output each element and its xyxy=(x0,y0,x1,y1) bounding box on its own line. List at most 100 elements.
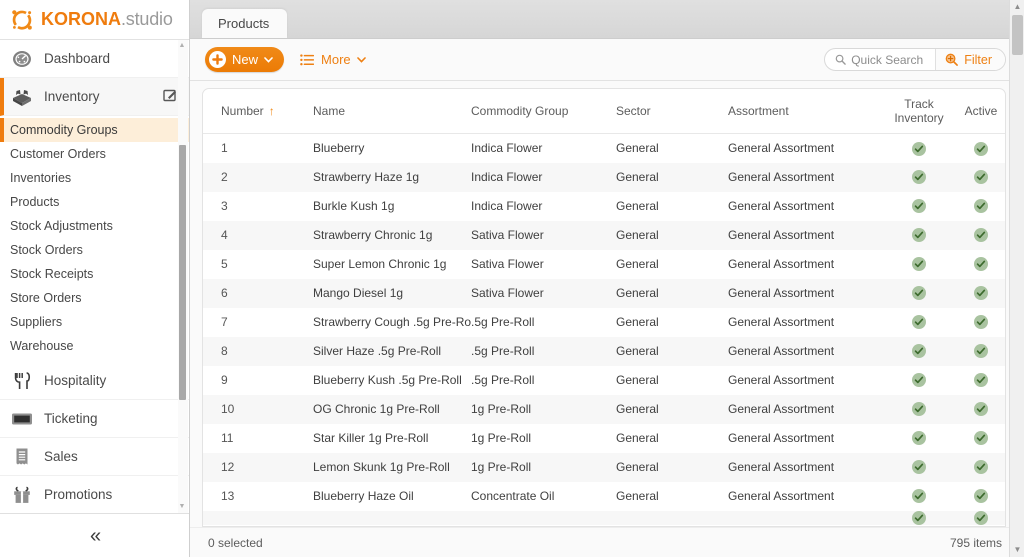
cell-commodity-group: 1g Pre-Roll xyxy=(471,431,532,445)
sidebar-subitem-label: Products xyxy=(10,195,60,209)
column-header-number[interactable]: Number ↑ xyxy=(203,89,313,134)
sidebar-item-customer-orders[interactable]: Customer Orders xyxy=(0,142,189,166)
table-row[interactable]: 6 Mango Diesel 1g Sativa Flower General Gene… xyxy=(203,278,1005,308)
filter-button[interactable]: Filter xyxy=(936,49,1005,70)
search-icon xyxy=(835,54,846,65)
sidebar-item-store-orders[interactable]: Store Orders xyxy=(0,286,189,310)
cell-assortment: General Assortment xyxy=(728,431,835,445)
sidebar-item-dashboard[interactable]: Dashboard xyxy=(0,40,189,78)
sidebar-scroll-down-arrow[interactable]: ▼ xyxy=(178,502,186,512)
sidebar-item-label: Dashboard xyxy=(44,51,111,66)
column-header-sector[interactable]: Sector xyxy=(616,89,728,134)
check-circle-icon xyxy=(974,489,988,504)
cell-assortment: General Assortment xyxy=(728,460,835,474)
toolbar-right: Quick Search Filter xyxy=(824,48,1006,71)
new-button[interactable]: New xyxy=(205,47,285,72)
tab-label: Products xyxy=(218,16,270,31)
column-header-label: Commodity Group xyxy=(471,104,569,118)
table-row[interactable]: 8 Silver Haze .5g Pre-Roll .5g Pre-Roll Gen… xyxy=(203,336,1005,366)
receipt-icon xyxy=(10,446,34,468)
sidebar-item-inventories[interactable]: Inventories xyxy=(0,166,189,190)
sidebar-item-label: Promotions xyxy=(44,487,113,502)
column-header-track-inventory[interactable]: Track Inventory xyxy=(888,89,950,134)
table-row[interactable]: 9 Blueberry Kush .5g Pre-Roll .5g Pre-Roll… xyxy=(203,365,1005,395)
sidebar-subitem-label: Customer Orders xyxy=(10,147,106,161)
sidebar-scroll-up-arrow[interactable]: ▲ xyxy=(178,41,186,51)
column-header-assortment[interactable]: Assortment xyxy=(728,89,888,134)
sidebar-item-hospitality[interactable]: Hospitality xyxy=(0,362,189,400)
sidebar-item-stock-adjustments[interactable]: Stock Adjustments xyxy=(0,214,189,238)
ticket-icon xyxy=(10,408,34,430)
sidebar-item-stock-receipts[interactable]: Stock Receipts xyxy=(0,262,189,286)
cell-name: Blueberry xyxy=(313,141,365,156)
column-header-active[interactable]: Active xyxy=(950,89,1005,134)
cell-sector: General xyxy=(616,315,659,329)
table-row[interactable]: 7 Strawberry Cough .5g Pre-Roll .5g Pre-Ro… xyxy=(203,307,1005,337)
check-circle-icon xyxy=(912,141,926,156)
table-row[interactable]: 12 Lemon Skunk 1g Pre-Roll 1g Pre-Roll Gene… xyxy=(203,452,1005,482)
table-row[interactable]: 2 Strawberry Haze 1g Indica Flower General G… xyxy=(203,162,1005,192)
window-scroll-down-arrow[interactable]: ▼ xyxy=(1010,543,1024,557)
cell-name: Strawberry Haze 1g xyxy=(313,170,420,184)
cell-name: Strawberry Chronic 1g xyxy=(313,228,433,242)
collapse-sidebar-button[interactable]: « xyxy=(90,526,101,546)
more-button[interactable]: More xyxy=(300,52,366,67)
cell-track-inventory xyxy=(888,308,950,337)
tab-products[interactable]: Products xyxy=(202,9,288,38)
sidebar-item-commodity-groups[interactable]: Commodity Groups xyxy=(0,118,189,142)
cell-commodity-group: Indica Flower xyxy=(471,199,543,213)
sidebar-subitem-label: Stock Receipts xyxy=(10,267,94,281)
cell-number: 13 xyxy=(221,489,235,503)
sidebar-item-stock-orders[interactable]: Stock Orders xyxy=(0,238,189,262)
plus-icon xyxy=(209,51,226,68)
sidebar-item-label: Hospitality xyxy=(44,373,107,388)
table-row[interactable]: 13 Blueberry Haze Oil Concentrate Oil Gener… xyxy=(203,481,1005,511)
column-header-commodity-group[interactable]: Commodity Group xyxy=(471,89,616,134)
cell-active xyxy=(950,134,1005,163)
table-row[interactable] xyxy=(203,510,1005,526)
cell-number: 11 xyxy=(221,431,234,445)
table-row[interactable]: 1 Blueberry Indica Flower General General As… xyxy=(203,133,1005,163)
sidebar-scrollbar[interactable]: ▲ ▼ xyxy=(178,40,188,513)
cell-active xyxy=(950,482,1005,511)
cell-name: Mango Diesel 1g xyxy=(313,286,404,300)
check-circle-icon xyxy=(974,373,988,388)
cell-assortment: General Assortment xyxy=(728,199,835,213)
table-row[interactable]: 3 Burkle Kush 1g Indica Flower General Gener… xyxy=(203,191,1005,221)
sidebar-item-promotions[interactable]: Promotions xyxy=(0,476,189,513)
cell-track-inventory xyxy=(888,163,950,192)
table-row[interactable]: 11 Star Killer 1g Pre-Roll 1g Pre-Roll Gene… xyxy=(203,423,1005,453)
cell-active xyxy=(950,279,1005,308)
sidebar-item-warehouse[interactable]: Warehouse xyxy=(0,334,189,358)
cell-active xyxy=(950,192,1005,221)
column-header-label-line1: Track xyxy=(904,97,934,111)
search-input[interactable]: Quick Search xyxy=(825,49,937,70)
window-scrollbar[interactable]: ▲ ▼ xyxy=(1009,0,1024,557)
window-scroll-thumb[interactable] xyxy=(1012,15,1023,55)
check-circle-icon xyxy=(974,257,988,272)
sort-ascending-icon: ↑ xyxy=(268,104,275,118)
column-header-name[interactable]: Name xyxy=(313,89,471,134)
table-row[interactable]: 10 OG Chronic 1g Pre-Roll 1g Pre-Roll Gener… xyxy=(203,394,1005,424)
check-circle-icon xyxy=(974,170,988,185)
cell-active xyxy=(950,453,1005,482)
content-pane: New More Quick Search Filter Number ↑ Na… xyxy=(190,39,1024,557)
cell-track-inventory xyxy=(888,279,950,308)
cell-name: Strawberry Cough .5g Pre-Roll xyxy=(313,315,471,329)
sidebar-subitem-label: Inventories xyxy=(10,171,72,185)
sidebar-item-products[interactable]: Products xyxy=(0,190,189,214)
table-head: Number ↑ Name Commodity Group Sector Asso… xyxy=(203,89,1005,134)
sidebar-item-suppliers[interactable]: Suppliers xyxy=(0,310,189,334)
cell-name: Silver Haze .5g Pre-Roll xyxy=(313,344,442,358)
sidebar-scroll-thumb[interactable] xyxy=(179,145,186,400)
sidebar-item-inventory[interactable]: Inventory xyxy=(0,78,189,116)
sidebar-item-sales[interactable]: Sales xyxy=(0,438,189,476)
cell-sector xyxy=(616,511,728,526)
edit-pencil-icon[interactable] xyxy=(163,88,177,105)
window-scroll-up-arrow[interactable]: ▲ xyxy=(1010,0,1024,14)
table-row[interactable]: 4 Strawberry Chronic 1g Sativa Flower Gener… xyxy=(203,220,1005,250)
table-row[interactable]: 5 Super Lemon Chronic 1g Sativa Flower Gene… xyxy=(203,249,1005,279)
table-card-wrap: Number ↑ Name Commodity Group Sector Asso… xyxy=(190,81,1024,527)
cell-commodity-group xyxy=(471,511,616,526)
sidebar-item-ticketing[interactable]: Ticketing xyxy=(0,400,189,438)
